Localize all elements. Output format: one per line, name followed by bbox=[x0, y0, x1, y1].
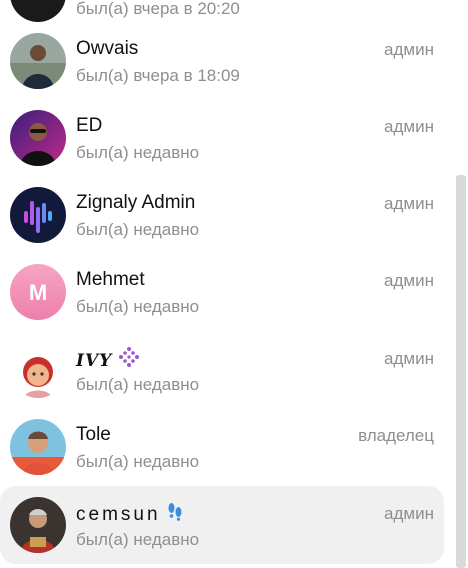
member-name: Zignaly Admin bbox=[76, 192, 196, 213]
member-name: Tole bbox=[76, 424, 111, 445]
avatar: M bbox=[10, 264, 66, 320]
avatar bbox=[10, 110, 66, 166]
member-name: Mehmet bbox=[76, 269, 145, 290]
member-status: был(а) недавно bbox=[76, 220, 200, 239]
member-status: был(а) недавно bbox=[76, 375, 200, 394]
footprints-icon bbox=[167, 501, 183, 528]
member-status: был(а) недавно bbox=[76, 530, 200, 549]
member-status: был(а) вчера в 18:09 bbox=[76, 66, 240, 85]
member-row[interactable]: ED был(а) недавно админ bbox=[0, 99, 444, 177]
member-role: админ bbox=[384, 40, 434, 59]
member-status: был(а) недавно bbox=[76, 297, 200, 316]
avatar bbox=[10, 497, 66, 553]
avatar bbox=[10, 33, 66, 89]
member-name: cemsun bbox=[76, 503, 161, 525]
member-name-row: cemsun bbox=[76, 501, 183, 528]
member-role: админ bbox=[384, 349, 434, 368]
avatar bbox=[10, 0, 66, 22]
avatar bbox=[10, 187, 66, 243]
member-role: владелец bbox=[358, 426, 434, 445]
avatar bbox=[10, 342, 66, 398]
member-role: админ bbox=[384, 117, 434, 136]
member-role: админ bbox=[384, 194, 434, 213]
member-name: IVY bbox=[76, 350, 113, 371]
avatar-letter: M bbox=[29, 280, 47, 305]
member-name: Owvais bbox=[76, 38, 139, 59]
scrollbar[interactable] bbox=[456, 175, 466, 568]
member-status: был(а) вчера в 20:20 bbox=[76, 0, 240, 18]
member-row[interactable]: M Mehmet был(а) недавно админ bbox=[0, 253, 444, 331]
member-row[interactable]: Zignaly Admin был(а) недавно админ bbox=[0, 176, 444, 254]
diamond-dots-icon bbox=[118, 346, 140, 375]
member-role: админ bbox=[384, 504, 434, 523]
member-name: ED bbox=[76, 115, 103, 136]
members-list: был(а) вчера в 20:20 Owvais был(а) вчера… bbox=[0, 0, 452, 568]
member-role: админ bbox=[384, 271, 434, 290]
member-row[interactable]: Owvais был(а) вчера в 18:09 админ bbox=[0, 22, 444, 100]
member-status: был(а) недавно bbox=[76, 143, 200, 162]
member-row[interactable]: cemsun был(а) недавно админ bbox=[0, 486, 444, 564]
member-name-row: IVY bbox=[76, 346, 140, 375]
member-status: был(а) недавно bbox=[76, 452, 200, 471]
avatar bbox=[10, 419, 66, 475]
member-row[interactable]: Tole был(а) недавно владелец bbox=[0, 408, 444, 486]
member-row[interactable]: IVY был(а) недавно админ bbox=[0, 331, 444, 409]
